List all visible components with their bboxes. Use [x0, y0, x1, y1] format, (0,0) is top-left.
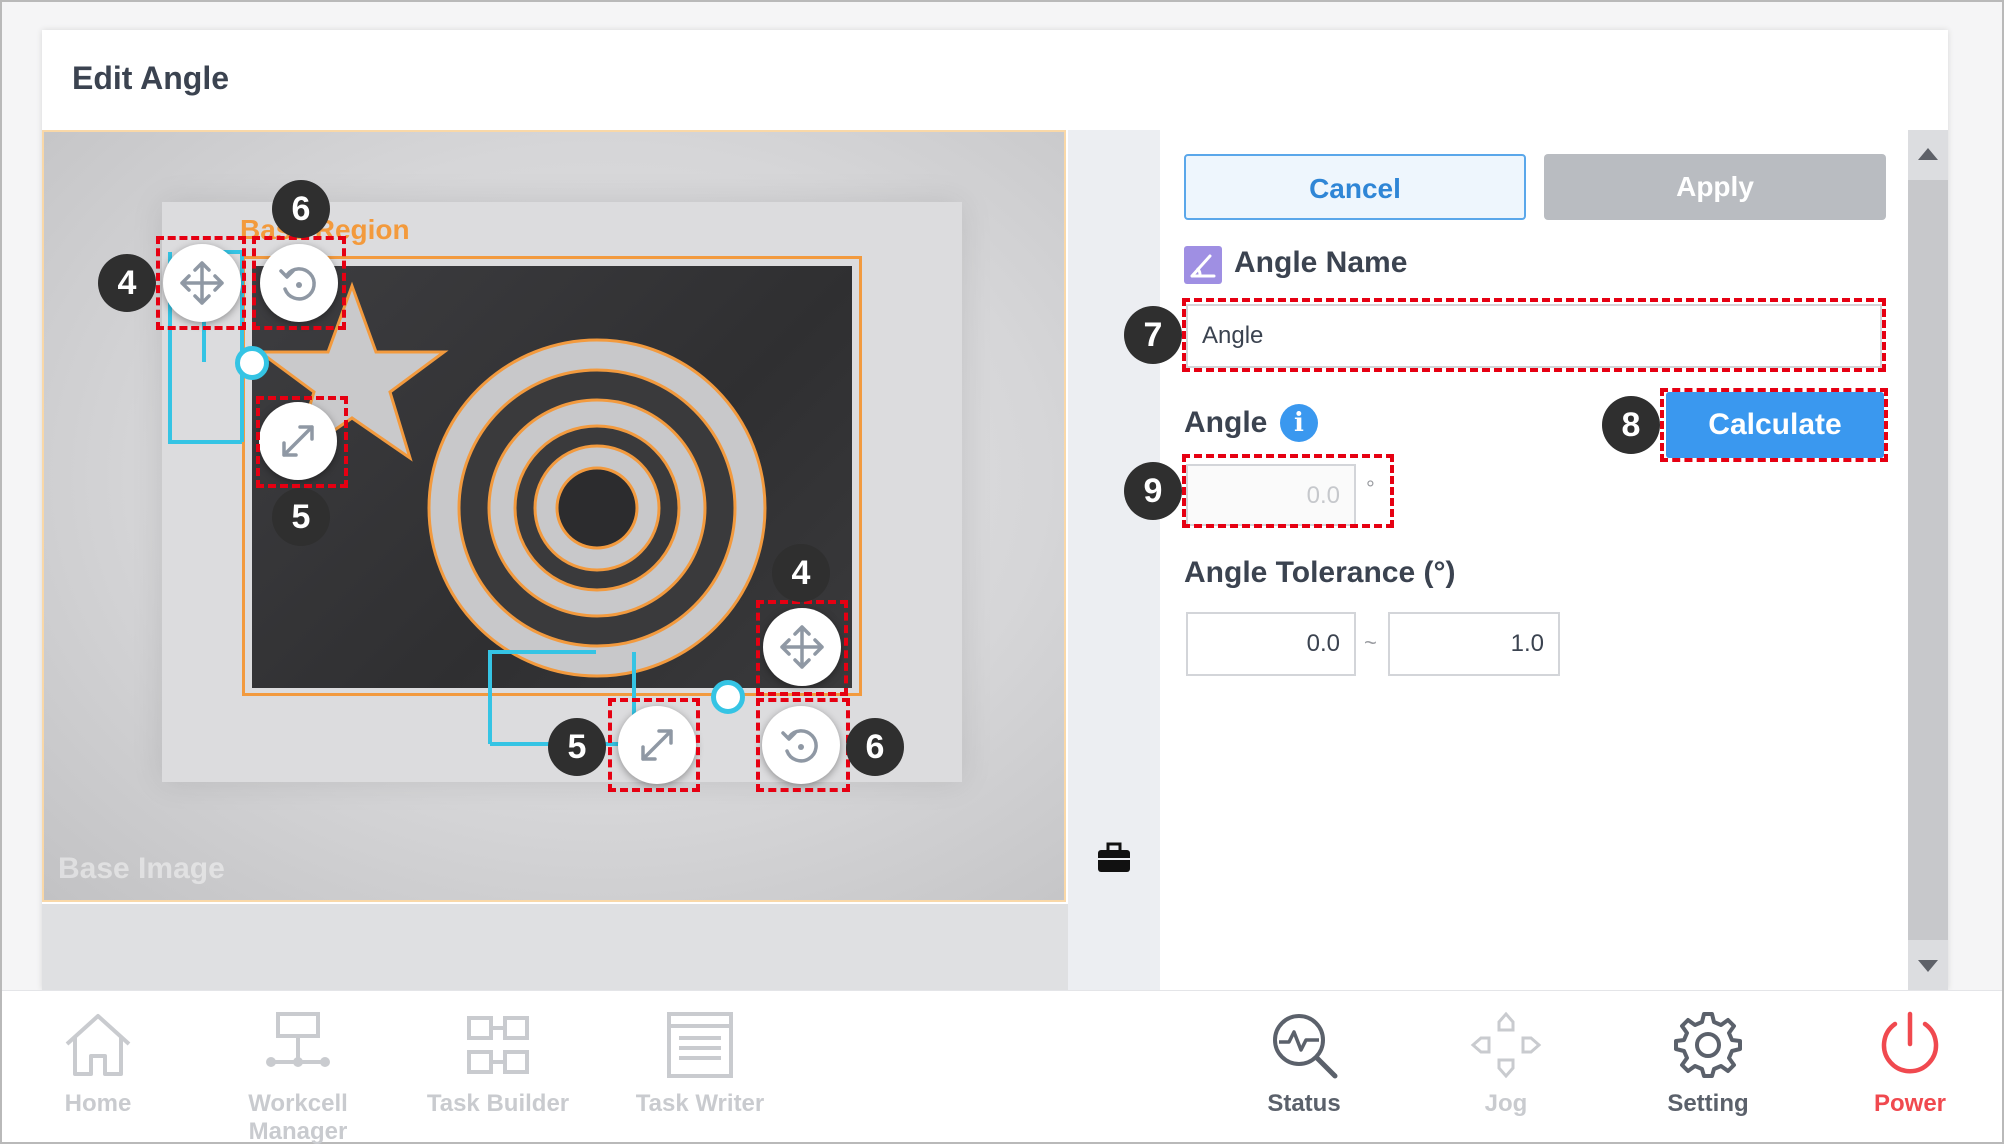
callout-badge: 6 — [272, 180, 330, 238]
apply-button[interactable]: Apply — [1544, 154, 1886, 220]
angle-icon — [1184, 246, 1222, 284]
callout-badge: 8 — [1602, 396, 1660, 454]
nav-task-builder[interactable]: Task Builder — [398, 1010, 598, 1118]
task-writer-icon — [667, 1012, 733, 1078]
callout-box-move-2 — [756, 600, 848, 696]
callout-badge: 5 — [548, 718, 606, 776]
callout-box-calculate — [1660, 388, 1888, 462]
callout-badge: 9 — [1124, 462, 1182, 520]
task-builder-icon — [467, 1016, 529, 1074]
status-icon — [1273, 1014, 1338, 1079]
nav-status[interactable]: Status — [1204, 1010, 1404, 1118]
nav-label-workcell-manager: Workcell Manager — [248, 1090, 348, 1145]
nav-task-writer[interactable]: Task Writer — [600, 1010, 800, 1118]
dialog-title: Edit Angle — [72, 60, 230, 96]
callout-box-name-field — [1182, 298, 1886, 372]
power-icon — [1881, 1011, 1939, 1074]
nav-label-power: Power — [1873, 1090, 1947, 1117]
tolerance-max-input[interactable]: 1.0 — [1388, 612, 1560, 676]
arrow-up-icon — [1918, 148, 1938, 160]
nav-label-home: Home — [64, 1090, 132, 1117]
callout-badge: 5 — [272, 488, 330, 546]
pivot-dot-2[interactable] — [711, 680, 745, 714]
nav-label-status: Status — [1267, 1090, 1341, 1117]
callout-badge: 7 — [1124, 306, 1182, 364]
nav-label-jog: Jog — [1484, 1090, 1528, 1117]
angle-name-label: Angle Name — [1234, 246, 1408, 279]
callout-box-move-1 — [156, 236, 246, 330]
canvas-footer-area — [42, 904, 1068, 990]
cancel-button[interactable]: Cancel — [1184, 154, 1526, 220]
tolerance-min-input[interactable]: 0.0 — [1186, 612, 1356, 676]
tolerance-separator: ~ — [1364, 630, 1377, 655]
nav-workcell-manager[interactable]: Workcell Manager — [198, 1010, 398, 1146]
callout-box-resize-1 — [256, 396, 348, 488]
nav-label-task-builder: Task Builder — [426, 1090, 570, 1117]
gear-icon — [1674, 1012, 1742, 1078]
callout-box-rotate-1 — [252, 236, 346, 330]
workcell-icon — [266, 1012, 330, 1067]
pivot-dot-1[interactable] — [235, 346, 269, 380]
angle-label: Angle — [1184, 406, 1268, 439]
info-icon[interactable]: i — [1280, 404, 1318, 442]
home-icon — [65, 1014, 131, 1076]
toolbox-icon[interactable] — [1094, 838, 1134, 878]
nav-jog[interactable]: Jog — [1406, 1010, 1606, 1118]
nav-home[interactable]: Home — [0, 1010, 198, 1118]
nav-label-task-writer: Task Writer — [635, 1090, 765, 1117]
scroll-up-button[interactable] — [1908, 130, 1948, 180]
callout-box-angle-field — [1182, 454, 1394, 528]
callout-badge: 4 — [772, 544, 830, 602]
nav-setting[interactable]: Setting — [1608, 1010, 1808, 1118]
nav-label-setting: Setting — [1667, 1090, 1749, 1117]
callout-box-rotate-2 — [756, 698, 850, 792]
callout-badge: 6 — [846, 718, 904, 776]
callout-box-resize-2 — [608, 698, 700, 792]
nav-power[interactable]: Power — [1810, 1010, 2004, 1118]
callout-badge: 4 — [98, 254, 156, 312]
jog-icon — [1470, 1011, 1542, 1079]
panel-scrollbar[interactable] — [1908, 130, 1948, 990]
scroll-down-button[interactable] — [1908, 940, 1948, 990]
arrow-down-icon — [1918, 960, 1938, 972]
angle-tolerance-label: Angle Tolerance (°) — [1184, 556, 1456, 589]
